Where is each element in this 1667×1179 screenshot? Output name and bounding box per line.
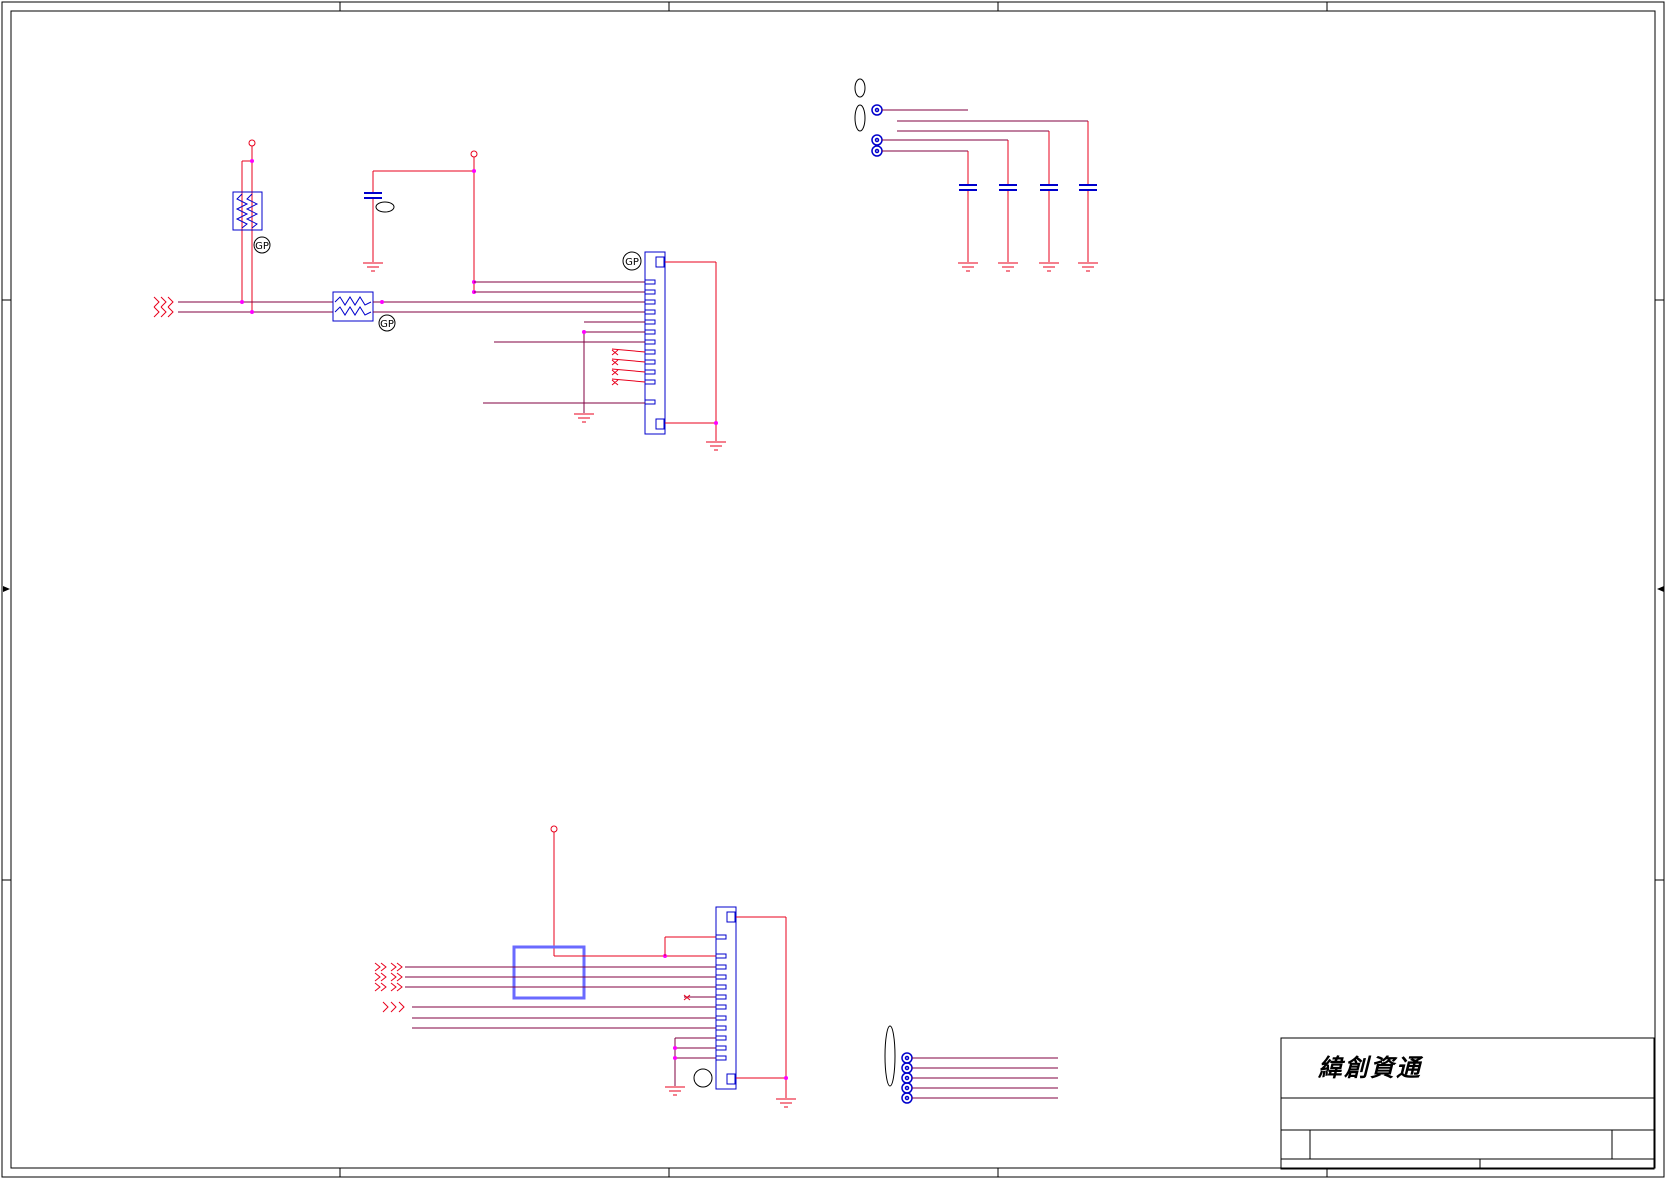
ground-icon (776, 1098, 796, 1108)
test-point-icon (901, 1052, 913, 1104)
ground-icon (958, 262, 1098, 272)
capacitor-icon (959, 184, 1097, 191)
gp-tag-1: GP (255, 241, 269, 252)
ptc-fuse-block: GP GP (153, 139, 645, 332)
off-page-arrow-icon (374, 962, 405, 1013)
power-port-2 (470, 150, 478, 158)
drawing-frame (1, 1, 1665, 1178)
ground-icon (574, 413, 594, 423)
off-page-arrow-icon (153, 296, 174, 318)
test-point-icon (871, 104, 883, 157)
ground-icon (363, 262, 383, 272)
lower-connector-block (374, 825, 796, 1108)
power-port-3 (550, 825, 558, 833)
ptc-fuse-horizontal (332, 291, 374, 322)
frame-center-marks (3, 586, 1664, 592)
gp-tag-3: GP (625, 257, 639, 268)
ground-icon (706, 441, 726, 451)
ptc-fuse-vertical (232, 191, 263, 231)
decoupling-capacitor (363, 150, 645, 294)
company-name: 緯創資通 (1318, 1054, 1422, 1082)
power-port-1 (248, 139, 256, 147)
no-connect-icon (611, 348, 646, 386)
test-point-cap-block (854, 78, 1098, 272)
highlight-box (512, 945, 586, 1000)
gp-tag-2: GP (380, 319, 394, 330)
bottom-test-points (884, 1025, 1058, 1104)
ground-icon (665, 1086, 685, 1096)
schematic-sheet: GP GP GP (1, 1, 1665, 1178)
